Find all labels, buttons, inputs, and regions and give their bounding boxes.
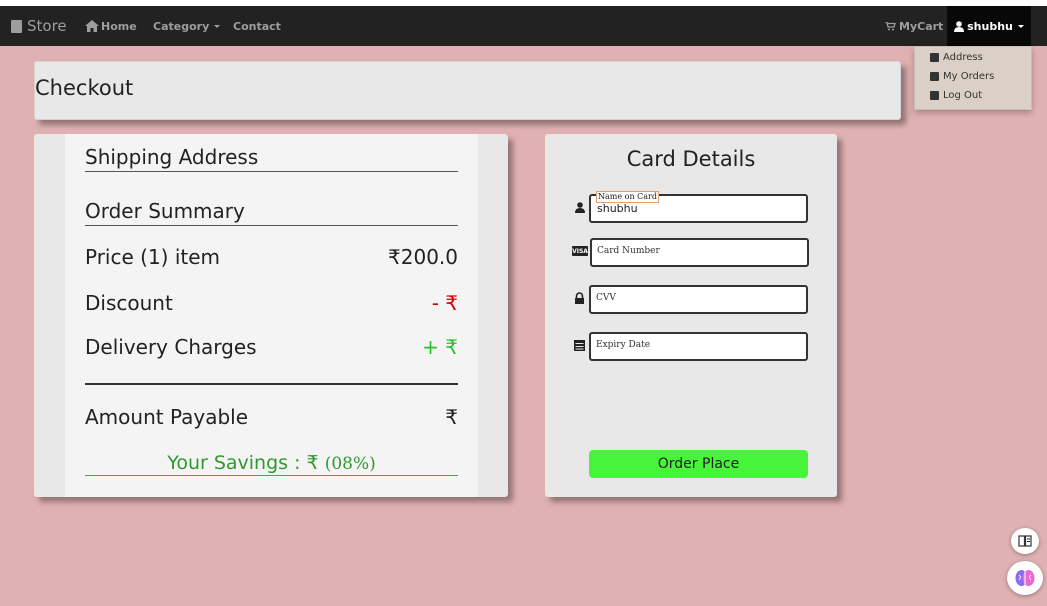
dropdown-item-label: Log Out [943,90,983,101]
amount-payable-value: ₹ [445,405,458,429]
dropdown-item-label: Address [943,52,983,63]
expiry-date-input[interactable]: Expiry Date [589,332,808,361]
nav-category-dropdown[interactable]: Category [153,6,221,46]
lock-icon [574,292,585,304]
caret-down-icon [214,24,221,28]
brand-link[interactable]: Store [11,6,67,46]
order-summary-card: Shipping Address Order Summary Price (1)… [34,134,508,497]
brand-label: Store [27,17,67,35]
savings-percent: (08%) [324,454,376,474]
savings-text: Your Savings : ₹ (08%) [85,452,458,474]
nav-mycart[interactable]: MyCart [885,6,943,46]
nav-home[interactable]: Home [85,6,137,46]
card-number-input[interactable]: Card Number [590,238,809,267]
divider [85,225,458,226]
savings-prefix: Your Savings : ₹ [167,452,319,474]
amount-payable-label: Amount Payable [85,405,249,429]
book-icon [11,19,22,33]
shipping-address-heading[interactable]: Shipping Address [85,145,258,169]
shopping-bag-icon [930,72,939,81]
nav-contact[interactable]: Contact [233,6,281,46]
discount-label: Discount [85,291,173,315]
visa-card-icon: VISA [572,246,588,256]
divider [85,383,458,385]
cvv-input[interactable]: CVV [589,285,808,314]
address-book-icon [930,53,939,62]
page-title: Checkout [35,76,134,100]
nav-mycart-label: MyCart [899,19,944,33]
order-summary-inner: Shipping Address Order Summary Price (1)… [65,134,478,497]
order-summary-heading: Order Summary [85,199,245,223]
checkout-header-panel: Checkout [34,61,901,120]
card-details-card: Card Details Name on Card shubhu VISA Ca… [545,134,837,497]
dropdown-item-logout[interactable]: Log Out [930,90,982,101]
caret-down-icon [1017,24,1024,28]
calendar-icon [574,339,585,351]
divider [85,171,458,172]
dropdown-item-label: My Orders [943,71,995,82]
delivery-charges-value: + ₹ [422,335,458,359]
user-name: shubhu [967,19,1013,33]
dropdown-item-my-orders[interactable]: My Orders [930,71,994,82]
nav-home-label: Home [101,19,137,33]
ai-assistant-button[interactable] [1007,561,1043,595]
discount-value: - ₹ [431,291,458,315]
nav-category-label: Category [153,19,210,33]
brain-icon [1015,570,1035,586]
user-icon [954,20,965,32]
home-icon [85,20,99,32]
delivery-charges-label: Delivery Charges [85,335,257,359]
order-place-button[interactable]: Order Place [589,450,808,478]
card-details-title: Card Details [626,147,756,171]
nav-contact-label: Contact [233,19,281,33]
reader-icon [1018,535,1032,547]
navbar: Store Home Category Contact MyCart shubh… [0,6,1047,46]
user-dropdown-menu: Address My Orders Log Out [914,46,1032,110]
price-label: Price (1) item [85,245,221,269]
logout-icon [930,91,939,100]
reader-mode-button[interactable] [1011,528,1039,554]
user-icon [574,201,586,213]
name-on-card-value: shubhu [597,202,638,215]
savings-underline [85,475,458,476]
dropdown-item-address[interactable]: Address [930,52,983,63]
cart-icon [885,21,896,30]
price-value: ₹200.0 [388,245,458,269]
user-menu-toggle[interactable]: shubhu [947,6,1031,46]
